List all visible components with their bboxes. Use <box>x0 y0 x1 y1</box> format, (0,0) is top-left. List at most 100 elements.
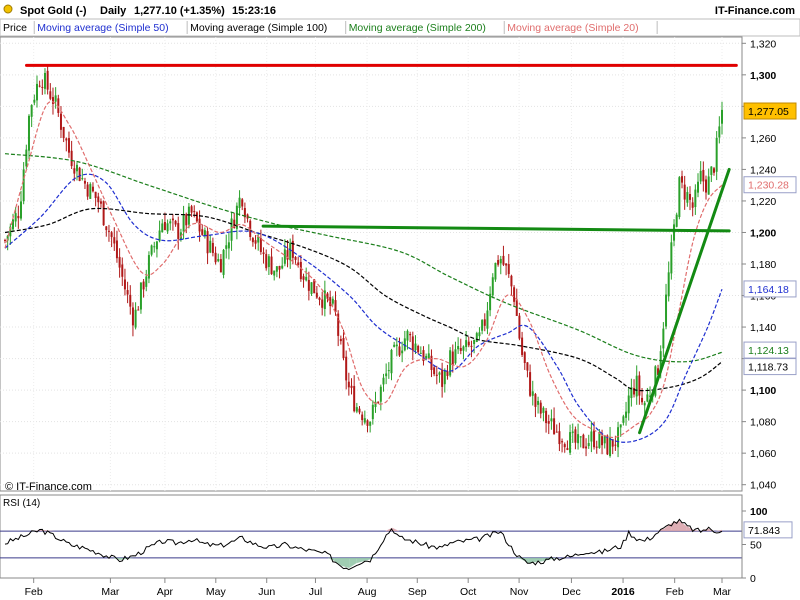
candle-body <box>86 184 89 197</box>
candle-body <box>209 240 212 253</box>
candle-body <box>283 249 286 264</box>
candle-body <box>262 252 265 255</box>
candle-body <box>678 177 681 218</box>
candle-body <box>395 344 398 347</box>
candle-body <box>398 346 401 356</box>
candle-body <box>707 176 710 195</box>
candle-body <box>601 436 604 446</box>
candle-body <box>33 99 36 103</box>
candle-body <box>369 421 372 426</box>
candle-body <box>78 167 81 181</box>
candle-body <box>342 338 345 359</box>
candle-body <box>598 433 601 448</box>
candle-body <box>355 407 358 412</box>
candle-body <box>366 420 369 426</box>
candle-body <box>409 333 412 336</box>
candle-body <box>417 345 420 353</box>
candle-body <box>675 214 678 227</box>
candle-body <box>241 199 244 207</box>
candle-body <box>177 223 180 240</box>
candle-body <box>91 186 94 192</box>
candle-body <box>497 260 500 265</box>
candle-body <box>507 264 510 275</box>
candle-body <box>363 418 366 423</box>
rsi-line <box>4 518 723 571</box>
candle-body <box>331 298 334 304</box>
candle-body <box>4 239 6 241</box>
candle-body <box>230 218 233 241</box>
candle-body <box>489 293 492 311</box>
candle-body <box>595 446 598 448</box>
brand-name: IT-Finance.com <box>715 5 795 17</box>
candle-body <box>214 252 217 263</box>
horizontal-support-line[interactable] <box>261 224 731 233</box>
candle-body <box>14 213 17 222</box>
legend-item-1: Moving average (Simple 50) <box>37 22 168 34</box>
candle-body <box>625 411 628 418</box>
candle-body <box>163 221 166 231</box>
candle-body <box>131 307 134 326</box>
candle-body <box>475 333 478 342</box>
candle-body <box>254 240 257 244</box>
last-price-label: 1,277.05 <box>748 106 789 118</box>
ma-line-moving-average-simple-200- <box>4 153 723 363</box>
header-time: 15:23:16 <box>232 5 276 17</box>
x-tick-label: Sep <box>408 586 427 598</box>
candle-body <box>51 97 54 104</box>
candle-body <box>451 351 454 365</box>
candle-body <box>438 372 441 375</box>
candle-body <box>206 231 209 254</box>
x-tick-label: Apr <box>157 586 174 598</box>
candle-body <box>539 402 542 414</box>
candle-body <box>622 416 625 423</box>
candle-body <box>70 150 73 167</box>
candle-body <box>123 279 126 290</box>
candle-body <box>62 126 65 139</box>
candle-body <box>46 70 49 90</box>
candle-body <box>603 436 606 444</box>
candle-body <box>137 309 140 311</box>
candle-body <box>491 277 494 296</box>
candle-body <box>467 341 470 346</box>
rsi-y-axis: 0 50 100 71.843 <box>741 495 793 585</box>
candle-body <box>446 371 449 376</box>
candle-body <box>83 180 86 184</box>
candle-body <box>315 292 318 298</box>
x-tick-label: Feb <box>25 586 43 598</box>
x-tick-label: Feb <box>666 586 684 598</box>
candle-body <box>513 287 516 302</box>
x-tick-label: 2016 <box>611 586 635 598</box>
candle-body <box>715 137 718 172</box>
candle-body <box>643 402 646 406</box>
candle-body <box>473 339 476 345</box>
watermark: © IT-Finance.com <box>5 481 92 493</box>
candle-body <box>195 212 198 222</box>
x-tick-label: Jul <box>309 586 322 598</box>
rsi-oversold-fill <box>341 557 350 568</box>
candle-body <box>579 436 582 438</box>
ma-value-label: 1,164.18 <box>748 284 789 296</box>
candle-body <box>299 261 302 280</box>
candle-body <box>393 344 396 347</box>
candle-body <box>73 168 76 174</box>
candle-body <box>419 352 422 354</box>
candle-body <box>187 206 190 225</box>
rsi-last-label: 71.843 <box>748 525 780 537</box>
candle-body <box>225 245 228 249</box>
candle-body <box>670 242 673 274</box>
candle-body <box>627 395 630 414</box>
ma-line-moving-average-simple-50- <box>4 173 723 443</box>
candle-body <box>43 72 46 89</box>
candle-body <box>121 264 124 277</box>
candle-body <box>537 400 540 405</box>
candle-body <box>126 290 129 295</box>
candle-body <box>118 256 121 268</box>
candle-body <box>142 281 145 290</box>
rsi-plot <box>0 518 742 571</box>
candle-body <box>683 184 686 200</box>
candle-body <box>41 86 44 88</box>
candle-body <box>641 397 644 403</box>
candle-body <box>553 418 556 435</box>
candle-body <box>547 421 550 424</box>
candle-body <box>590 431 593 442</box>
